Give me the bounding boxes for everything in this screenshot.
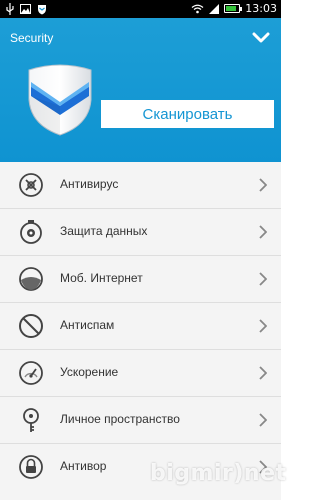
list-item-antivirus[interactable]: Антивирус <box>0 162 281 209</box>
shield-logo-icon <box>28 64 92 136</box>
list-item-label: Защита данных <box>60 224 148 238</box>
list-item-label: Антивирус <box>60 177 119 191</box>
feature-list: Антивирус Защита данных Моб. Интернет Ан… <box>0 162 281 500</box>
signal-icon <box>209 3 220 14</box>
header-panel: Security Сканировать <box>0 18 281 162</box>
speedometer-icon <box>19 361 43 385</box>
chevron-right-icon <box>259 366 267 380</box>
watermark: bigmir)net <box>150 461 287 486</box>
image-icon <box>20 4 31 14</box>
wifi-icon <box>191 4 204 13</box>
data-protection-icon <box>20 220 42 244</box>
chevron-right-icon <box>259 225 267 239</box>
chevron-right-icon <box>259 178 267 192</box>
app-title: Security <box>10 31 54 45</box>
list-item-label: Антиспам <box>60 318 115 332</box>
antispam-icon <box>19 314 43 338</box>
chevron-right-icon <box>259 413 267 427</box>
list-item-mobile-internet[interactable]: Моб. Интернет <box>0 256 281 303</box>
list-item-label: Моб. Интернет <box>60 271 143 285</box>
list-item-label: Антивор <box>60 459 107 473</box>
chevron-right-icon <box>259 272 267 286</box>
list-item-label: Ускорение <box>60 365 119 379</box>
list-item-speedup[interactable]: Ускорение <box>0 350 281 397</box>
system-icons: 13:03 <box>191 2 277 15</box>
virus-icon <box>19 173 43 197</box>
notification-icons <box>6 3 47 15</box>
lock-icon <box>19 455 43 479</box>
clock: 13:03 <box>245 2 277 15</box>
status-bar: 13:03 <box>0 0 281 18</box>
list-item-label: Личное пространство <box>60 412 180 426</box>
list-item-data-protection[interactable]: Защита данных <box>0 209 281 256</box>
scan-button[interactable]: Сканировать <box>101 100 274 128</box>
list-item-private-space[interactable]: Личное пространство <box>0 397 281 444</box>
chevron-down-icon[interactable] <box>251 30 271 46</box>
chevron-right-icon <box>259 319 267 333</box>
shield-notification-icon <box>38 4 46 14</box>
private-space-icon <box>23 408 39 432</box>
battery-icon <box>224 4 243 13</box>
usb-icon <box>6 3 14 15</box>
mobile-internet-icon <box>19 267 43 291</box>
list-item-antispam[interactable]: Антиспам <box>0 303 281 350</box>
